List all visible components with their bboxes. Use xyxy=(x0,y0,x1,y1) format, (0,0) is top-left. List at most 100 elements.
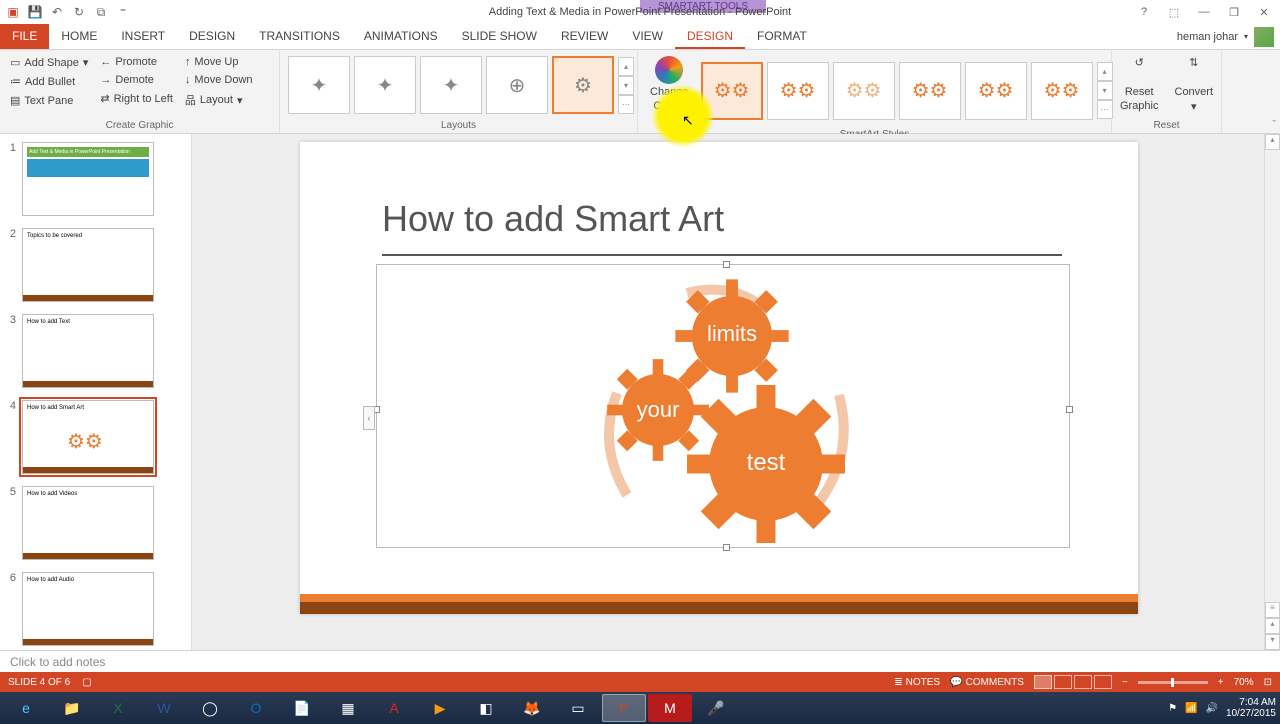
tab-file[interactable]: FILE xyxy=(0,24,49,49)
undo-icon[interactable]: ↶ xyxy=(48,3,66,21)
user-account[interactable]: heman johar▾ xyxy=(1177,24,1280,49)
slide-title[interactable]: How to add Smart Art xyxy=(382,198,724,240)
slideshow-view-icon[interactable] xyxy=(1094,675,1112,689)
layouts-gallery-scroll[interactable]: ▴▾⋯ xyxy=(618,57,634,114)
ribbon-display-icon[interactable]: ⬚ xyxy=(1164,2,1184,22)
move-down-button[interactable]: ↓ Move Down xyxy=(181,72,257,88)
tab-smartart-design[interactable]: DESIGN xyxy=(675,24,745,49)
style-option-5[interactable]: ⚙⚙ xyxy=(965,62,1027,120)
layout-option-5[interactable]: ⚙ xyxy=(552,56,614,114)
layout-button[interactable]: 品 Layout ▾ xyxy=(181,90,257,110)
style-option-1[interactable]: ⚙⚙ xyxy=(701,62,763,120)
smartart-frame[interactable]: ‹ limits your test xyxy=(376,264,1070,548)
app-icon-4[interactable]: 🎤 xyxy=(694,694,738,722)
layout-option-3[interactable]: ✦ xyxy=(420,56,482,114)
style-option-4[interactable]: ⚙⚙ xyxy=(899,62,961,120)
powerpoint-icon[interactable]: ▣ xyxy=(4,3,22,21)
tab-design[interactable]: DESIGN xyxy=(177,24,247,49)
redo-icon[interactable]: ↻ xyxy=(70,3,88,21)
text-pane-toggle[interactable]: ‹ xyxy=(363,406,375,430)
adobe-reader-icon[interactable]: A xyxy=(372,694,416,722)
tab-home[interactable]: HOME xyxy=(49,24,109,49)
slide-canvas[interactable]: How to add Smart Art ‹ limits xyxy=(300,142,1138,614)
comments-button[interactable]: 💬 COMMENTS xyxy=(950,677,1024,688)
thumbnail-2[interactable]: Topics to be covered xyxy=(22,228,154,302)
fit-to-window-icon[interactable]: ⊡ xyxy=(1264,677,1272,688)
notes-button[interactable]: ≣ NOTES xyxy=(894,677,940,688)
start-from-beginning-icon[interactable]: ⧉ xyxy=(92,3,110,21)
style-option-3[interactable]: ⚙⚙ xyxy=(833,62,895,120)
powerpoint-taskbar-icon[interactable]: P xyxy=(602,694,646,722)
zoom-level[interactable]: 70% xyxy=(1234,677,1254,688)
editor-vertical-scrollbar[interactable]: ▴ ≡▴▾ xyxy=(1264,134,1280,650)
styles-gallery-scroll[interactable]: ▴▾⋯ xyxy=(1097,62,1113,119)
notes-pane[interactable]: Click to add notes xyxy=(0,650,1280,672)
thumbnail-1[interactable]: Add Text & Media in PowerPoint Presentat… xyxy=(22,142,154,216)
sorter-view-icon[interactable] xyxy=(1054,675,1072,689)
qat-customize-icon[interactable]: ⁼ xyxy=(114,3,132,21)
tab-animations[interactable]: ANIMATIONS xyxy=(352,24,450,49)
firefox-icon[interactable]: 🦊 xyxy=(510,694,554,722)
promote-button[interactable]: ← Promote xyxy=(96,54,177,70)
tab-review[interactable]: REVIEW xyxy=(549,24,620,49)
explorer-icon[interactable]: 📁 xyxy=(50,694,94,722)
restore-icon[interactable]: ❐ xyxy=(1224,2,1244,22)
system-clock[interactable]: 7:04 AM 10/27/2015 xyxy=(1226,697,1276,719)
move-up-button[interactable]: ↑ Move Up xyxy=(181,54,257,70)
add-bullet-button[interactable]: ≔ Add Bullet xyxy=(6,73,92,90)
thumbnail-3[interactable]: How to add Text xyxy=(22,314,154,388)
word-icon[interactable]: W xyxy=(142,694,186,722)
spell-check-icon[interactable]: ▢ xyxy=(82,677,91,688)
layout-option-1[interactable]: ✦ xyxy=(288,56,350,114)
style-option-2[interactable]: ⚙⚙ xyxy=(767,62,829,120)
tab-slide-show[interactable]: SLIDE SHOW xyxy=(450,24,549,49)
thumbnail-4[interactable]: How to add Smart Art ⚙⚙ xyxy=(22,400,154,474)
collapse-ribbon-icon[interactable]: ˇ xyxy=(1272,119,1276,131)
app-icon-m[interactable]: M xyxy=(648,694,692,722)
app-icon-1[interactable]: ▦ xyxy=(326,694,370,722)
app-icon-2[interactable]: ◧ xyxy=(464,694,508,722)
layout-option-4[interactable]: ⊕ xyxy=(486,56,548,114)
notepad-icon[interactable]: 📄 xyxy=(280,694,324,722)
tab-transitions[interactable]: TRANSITIONS xyxy=(247,24,352,49)
tab-view[interactable]: VIEW xyxy=(620,24,675,49)
thumbnail-5[interactable]: How to add Videos xyxy=(22,486,154,560)
outlook-icon[interactable]: O xyxy=(234,694,278,722)
tray-volume-icon[interactable]: 🔊 xyxy=(1205,703,1217,714)
minimize-icon[interactable]: — xyxy=(1194,2,1214,22)
zoom-out-icon[interactable]: − xyxy=(1122,677,1128,688)
text-pane-button[interactable]: ▤ Text Pane xyxy=(6,92,92,109)
layout-option-2[interactable]: ✦ xyxy=(354,56,416,114)
gear-3[interactable]: test xyxy=(687,385,845,543)
tray-network-icon[interactable]: 📶 xyxy=(1185,703,1197,714)
thumbnail-row[interactable]: 3 How to add Text xyxy=(0,312,191,398)
chrome-icon[interactable]: ◯ xyxy=(188,694,232,722)
slide-thumbnails-panel[interactable]: 1 Add Text & Media in PowerPoint Present… xyxy=(0,134,192,650)
close-icon[interactable]: ✕ xyxy=(1254,2,1274,22)
app-icon-3[interactable]: ▭ xyxy=(556,694,600,722)
thumbnail-row[interactable]: 6 How to add Audio xyxy=(0,570,191,650)
add-shape-button[interactable]: ▭ Add Shape ▾ xyxy=(6,54,92,71)
tab-smartart-format[interactable]: FORMAT xyxy=(745,24,819,49)
reading-view-icon[interactable] xyxy=(1074,675,1092,689)
reset-graphic-button[interactable]: ↺ Reset Graphic xyxy=(1114,54,1165,114)
thumbnail-row[interactable]: 2 Topics to be covered xyxy=(0,226,191,312)
slide-editor[interactable]: How to add Smart Art ‹ limits xyxy=(192,134,1280,650)
change-colors-button[interactable]: Change Colors ▾ xyxy=(644,54,695,127)
ie-icon[interactable]: e xyxy=(4,694,48,722)
zoom-slider[interactable] xyxy=(1138,681,1208,684)
thumbnail-row[interactable]: 4 How to add Smart Art ⚙⚙ xyxy=(0,398,191,484)
zoom-in-icon[interactable]: + xyxy=(1218,677,1224,688)
convert-button[interactable]: ⇅ Convert ▾ xyxy=(1169,54,1220,115)
excel-icon[interactable]: X xyxy=(96,694,140,722)
tab-insert[interactable]: INSERT xyxy=(109,24,177,49)
thumbnail-row[interactable]: 1 Add Text & Media in PowerPoint Present… xyxy=(0,140,191,226)
help-icon[interactable]: ? xyxy=(1134,2,1154,22)
tray-flag-icon[interactable]: ⚑ xyxy=(1168,703,1177,714)
thumbnail-row[interactable]: 5 How to add Videos xyxy=(0,484,191,570)
normal-view-icon[interactable] xyxy=(1034,675,1052,689)
demote-button[interactable]: → Demote xyxy=(96,72,177,88)
thumbnail-6[interactable]: How to add Audio xyxy=(22,572,154,646)
style-option-6[interactable]: ⚙⚙ xyxy=(1031,62,1093,120)
media-player-icon[interactable]: ▶ xyxy=(418,694,462,722)
